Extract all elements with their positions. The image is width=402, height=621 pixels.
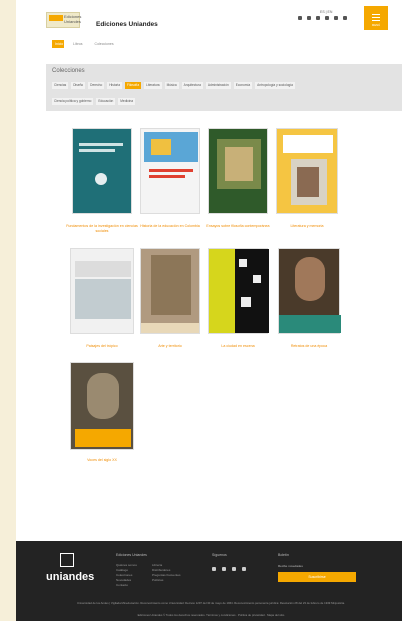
- site-header: Ediciones Uniandes Ediciones Uniandes ES…: [16, 0, 402, 36]
- filter-chip[interactable]: Música: [164, 82, 179, 89]
- book-cover[interactable]: [140, 128, 200, 214]
- book-title[interactable]: Historia de la educación en Colombia: [134, 224, 206, 229]
- filter-chip[interactable]: Antropología y sociología: [255, 82, 295, 89]
- uniandes-emblem-icon: [60, 553, 74, 567]
- tab-libros[interactable]: Libros: [70, 40, 86, 48]
- breadcrumb: Inicio Libros Colecciones: [52, 40, 117, 48]
- book-cover[interactable]: [70, 248, 134, 334]
- book-card[interactable]: La ciudad en escena: [208, 248, 269, 356]
- logo-mark: [49, 15, 63, 21]
- footer-col4-title: Boletín: [278, 553, 289, 557]
- twitter-icon[interactable]: [307, 16, 311, 20]
- footer-legal: Ediciones Uniandes © Todos los derechos …: [137, 613, 285, 617]
- book-card[interactable]: Retratos de una época: [278, 248, 341, 356]
- book-card[interactable]: Historia de la educación en Colombia: [140, 128, 200, 240]
- book-card[interactable]: Fundamentos de la investigación en cienc…: [66, 128, 138, 240]
- filter-chip[interactable]: Arquitectura: [181, 82, 203, 89]
- hamburger-icon: [372, 14, 380, 15]
- tab-inicio[interactable]: Inicio: [52, 40, 64, 48]
- filter-chip[interactable]: Medicina: [118, 98, 136, 105]
- instagram-icon[interactable]: [316, 16, 320, 20]
- subscribe-button[interactable]: Suscribirse: [278, 572, 356, 582]
- book-title[interactable]: Paisajes del trópico: [66, 344, 138, 349]
- menu-button[interactable]: MENÚ: [364, 6, 388, 30]
- linkedin-icon[interactable]: [334, 16, 338, 20]
- footer-link[interactable]: Preguntas frecuentes: [152, 573, 181, 577]
- youtube-icon[interactable]: [325, 16, 329, 20]
- footer-link[interactable]: Librería: [152, 563, 162, 567]
- footer-link[interactable]: Contacto: [116, 583, 128, 587]
- youtube-icon[interactable]: [242, 567, 246, 571]
- filter-chip[interactable]: Literatura: [144, 82, 162, 89]
- logo-text: Ediciones Uniandes: [64, 14, 82, 24]
- facebook-icon[interactable]: [298, 16, 302, 20]
- filter-row-2: Ciencia política y gobierno Educación Me…: [52, 98, 136, 105]
- twitter-icon[interactable]: [222, 567, 226, 571]
- page: Ediciones Uniandes Ediciones Uniandes ES…: [16, 0, 402, 621]
- book-cover[interactable]: [208, 128, 268, 214]
- book-cover[interactable]: [276, 128, 338, 214]
- site-footer: uniandes Ediciones Uniandes Quiénes somo…: [16, 541, 402, 621]
- book-cover[interactable]: [70, 362, 134, 450]
- book-card[interactable]: Voces del siglo XX: [70, 362, 134, 470]
- book-title[interactable]: Fundamentos de la investigación en cienc…: [66, 224, 138, 233]
- book-title[interactable]: La ciudad en escena: [202, 344, 274, 349]
- filter-chip[interactable]: Economía: [233, 82, 253, 89]
- book-cover[interactable]: [278, 248, 341, 334]
- footer-link[interactable]: Colecciones: [116, 573, 132, 577]
- book-title[interactable]: Voces del siglo XX: [66, 458, 138, 463]
- footer-social-icons: [212, 567, 246, 571]
- filter-chip[interactable]: Ciencias: [52, 82, 69, 89]
- menu-label: MENÚ: [371, 23, 381, 27]
- filter-chip[interactable]: Ciencia política y gobierno: [52, 98, 94, 105]
- collection-filter-panel: Colecciones Ciencias Diseño Derecho Hist…: [46, 64, 402, 111]
- filter-chip[interactable]: Diseño: [71, 82, 86, 89]
- book-card[interactable]: Arte y territorio: [140, 248, 200, 356]
- filter-chip[interactable]: Educación: [96, 98, 116, 105]
- filter-title: Colecciones: [52, 68, 85, 74]
- filter-chip[interactable]: Derecho: [88, 82, 105, 89]
- facebook-icon[interactable]: [212, 567, 216, 571]
- book-card[interactable]: Paisajes del trópico: [70, 248, 134, 356]
- footer-link[interactable]: Quiénes somos: [116, 563, 137, 567]
- footer-link[interactable]: Políticas: [152, 578, 163, 582]
- book-title[interactable]: Arte y territorio: [134, 344, 206, 349]
- footer-link[interactable]: Novedades: [116, 578, 131, 582]
- footer-brand[interactable]: uniandes: [46, 571, 94, 583]
- instagram-icon[interactable]: [232, 567, 236, 571]
- uniandes-logo[interactable]: Ediciones Uniandes: [46, 12, 82, 28]
- filter-chip-active[interactable]: Filosofía: [125, 82, 142, 89]
- footer-link[interactable]: Distribuidores: [152, 568, 170, 572]
- language-switch[interactable]: ES | EN: [320, 10, 332, 14]
- footer-copyright: Universidad de los Andes | Vigilada Mine…: [77, 601, 345, 605]
- book-title[interactable]: Ensayos sobre filosofía contemporánea: [202, 224, 274, 229]
- book-card[interactable]: Ensayos sobre filosofía contemporánea: [206, 128, 270, 240]
- book-title[interactable]: Retratos de una época: [273, 344, 345, 349]
- hamburger-line: [372, 20, 380, 21]
- book-cover[interactable]: [208, 248, 269, 334]
- tab-colecciones[interactable]: Colecciones: [92, 40, 117, 48]
- header-social-icons: [298, 16, 347, 20]
- filter-chip[interactable]: Historia: [107, 82, 123, 89]
- book-card[interactable]: Literatura y memoria: [276, 128, 338, 240]
- filter-chip[interactable]: Administración: [205, 82, 231, 89]
- footer-link[interactable]: Catálogo: [116, 568, 128, 572]
- book-cover[interactable]: [140, 248, 200, 334]
- book-cover[interactable]: [72, 128, 132, 214]
- newsletter-label: Recibe novedades: [278, 564, 303, 568]
- search-icon[interactable]: [343, 16, 347, 20]
- footer-col3-title: Síguenos: [212, 553, 227, 557]
- hamburger-line: [372, 17, 380, 18]
- filter-row-1: Ciencias Diseño Derecho Historia Filosof…: [52, 82, 295, 89]
- footer-col1-title: Ediciones Uniandes: [116, 553, 147, 557]
- book-title[interactable]: Literatura y memoria: [271, 224, 343, 229]
- site-title[interactable]: Ediciones Uniandes: [96, 21, 158, 28]
